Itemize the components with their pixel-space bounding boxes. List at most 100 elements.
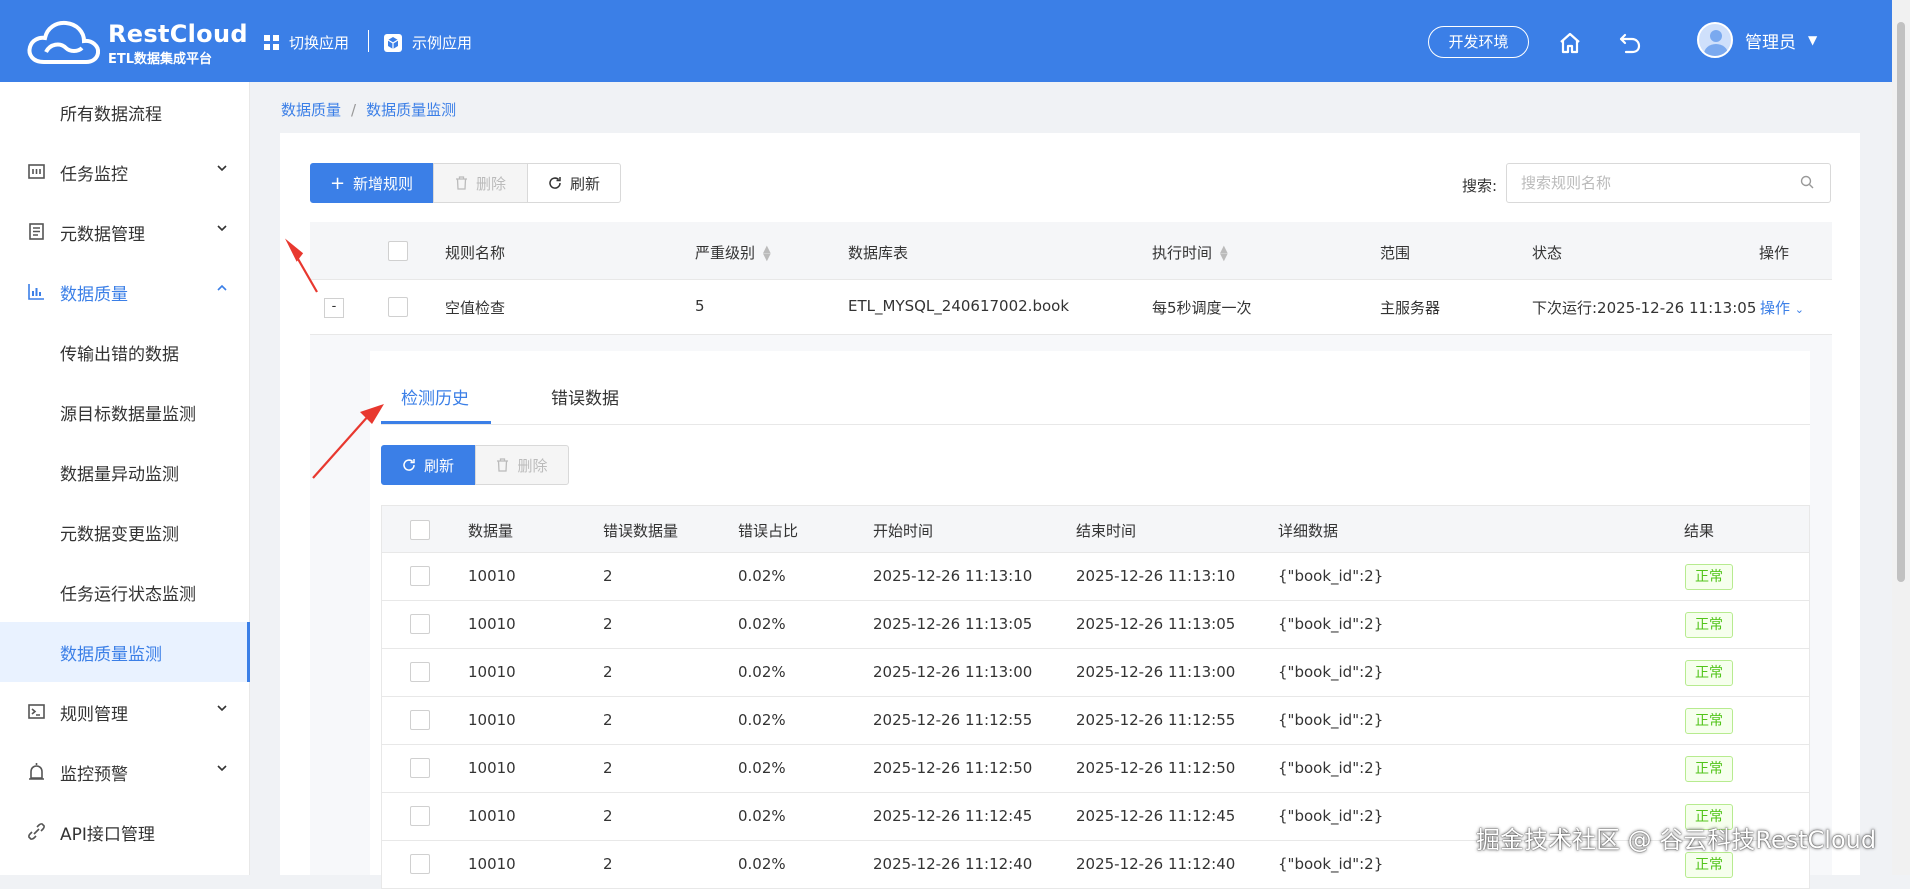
- scrollbar-thumb[interactable]: [1897, 22, 1905, 582]
- rule-scope: 主服务器: [1380, 299, 1441, 317]
- delete-button[interactable]: 删除: [433, 163, 528, 203]
- caret-down-icon: ▼: [1808, 33, 1818, 47]
- cell-end: 2025-12-26 11:13:00: [1076, 663, 1236, 681]
- chevron-down-icon: ⌄: [1794, 303, 1805, 316]
- cell-detail: {"book_id":2}: [1278, 807, 1384, 825]
- undo-icon[interactable]: [1618, 31, 1642, 55]
- table-row: 10010 2 0.02% 2025-12-26 11:12:50 2025-12-26…: [381, 745, 1810, 793]
- cell-ratio: 0.02%: [738, 759, 786, 777]
- cell-end: 2025-12-26 11:12:45: [1076, 807, 1236, 825]
- status-badge: 正常: [1685, 564, 1733, 590]
- rule-status: 下次运行:2025-12-26 11:13:05: [1532, 299, 1757, 317]
- history-table-header: 数据量 错误数据量 错误占比 开始时间 结束时间 详细数据 结果: [381, 505, 1810, 553]
- sidebar-item-api[interactable]: API接口管理: [0, 802, 250, 862]
- row-checkbox[interactable]: [410, 566, 430, 586]
- cell-errors: 2: [603, 663, 613, 681]
- action-label: 操作: [1760, 299, 1791, 317]
- row-checkbox[interactable]: [410, 758, 430, 778]
- delete-label: 删除: [475, 174, 506, 193]
- cell-errors: 2: [603, 711, 613, 729]
- table-row: 10010 2 0.02% 2025-12-26 11:12:55 2025-12-26…: [381, 697, 1810, 745]
- status-badge: 正常: [1685, 612, 1733, 638]
- sidebar-item-label: API接口管理: [60, 824, 155, 845]
- status-badge: 正常: [1685, 708, 1733, 734]
- cell-start: 2025-12-26 11:12:50: [873, 759, 1033, 777]
- col-level[interactable]: 严重级别 ▲ ▼: [695, 242, 771, 263]
- cell-start: 2025-12-26 11:12:55: [873, 711, 1033, 729]
- demo-app-label: 示例应用: [412, 34, 473, 52]
- col-count: 数据量: [468, 522, 514, 540]
- col-level-label: 严重级别: [695, 244, 756, 262]
- col-db-table: 数据库表: [848, 244, 909, 262]
- cell-end: 2025-12-26 11:13:05: [1076, 615, 1236, 633]
- sidebar-item-rules[interactable]: 规则管理: [0, 682, 250, 742]
- page-scrollbar[interactable]: [1892, 0, 1910, 875]
- search-icon[interactable]: [1800, 175, 1814, 189]
- cell-count: 10010: [468, 855, 516, 873]
- tab-error-data[interactable]: 错误数据: [551, 384, 619, 409]
- status-badge: 正常: [1685, 756, 1733, 782]
- row-checkbox[interactable]: [410, 662, 430, 682]
- action-dropdown[interactable]: 操作 ⌄: [1760, 297, 1804, 318]
- trash-icon: [455, 176, 467, 190]
- select-all-checkbox[interactable]: [410, 520, 430, 540]
- col-ratio: 错误占比: [738, 522, 799, 540]
- sidebar-item-task-status[interactable]: 任务运行状态监测: [0, 562, 250, 622]
- cell-detail: {"book_id":2}: [1278, 711, 1384, 729]
- sort-icon[interactable]: ▲ ▼: [1220, 244, 1228, 262]
- cell-count: 10010: [468, 807, 516, 825]
- cell-count: 10010: [468, 567, 516, 585]
- cell-start: 2025-12-26 11:12:40: [873, 855, 1033, 873]
- col-exec-time[interactable]: 执行时间 ▲ ▼: [1152, 242, 1228, 263]
- cell-count: 10010: [468, 759, 516, 777]
- cell-detail: {"book_id":2}: [1278, 663, 1384, 681]
- col-rule-name: 规则名称: [445, 244, 506, 262]
- col-end: 结束时间: [1076, 522, 1137, 540]
- status-badge: 正常: [1685, 852, 1733, 878]
- cell-count: 10010: [468, 615, 516, 633]
- chevron-down-icon: [217, 705, 227, 712]
- detail-refresh-label: 刷新: [423, 456, 454, 475]
- table-row: 10010 2 0.02% 2025-12-26 11:13:10 2025-12-26…: [381, 553, 1810, 601]
- sort-icon[interactable]: ▲ ▼: [763, 244, 771, 262]
- sidebar-item-label: 元数据变更监测: [60, 524, 179, 545]
- cell-errors: 2: [603, 807, 613, 825]
- cell-detail: {"book_id":2}: [1278, 759, 1384, 777]
- sidebar-item-label: 任务运行状态监测: [60, 584, 196, 605]
- watermark: 掘金技术社区 @ 谷云科技RestCloud: [1476, 826, 1877, 854]
- row-checkbox[interactable]: [410, 614, 430, 634]
- search-input[interactable]: [1506, 163, 1831, 203]
- rule-exec-time: 每5秒调度一次: [1152, 299, 1252, 317]
- sidebar-item-alerts[interactable]: 监控预警: [0, 742, 250, 802]
- cell-count: 10010: [468, 663, 516, 681]
- cell-ratio: 0.02%: [738, 663, 786, 681]
- detail-delete-button[interactable]: 删除: [475, 445, 569, 485]
- col-errors: 错误数据量: [603, 522, 679, 540]
- cell-errors: 2: [603, 855, 613, 873]
- user-menu[interactable]: 管理员 ▼: [1697, 22, 1817, 58]
- row-checkbox[interactable]: [410, 710, 430, 730]
- status-badge: 正常: [1685, 660, 1733, 686]
- rule-table: ETL_MYSQL_240617002.book: [848, 297, 1070, 315]
- table-row: 空值检查 5 ETL_MYSQL_240617002.book 每5秒调度一次 …: [310, 280, 1832, 335]
- refresh-button[interactable]: 刷新: [527, 163, 621, 203]
- col-status: 状态: [1532, 244, 1563, 262]
- cell-end: 2025-12-26 11:12:50: [1076, 759, 1236, 777]
- cell-start: 2025-12-26 11:12:45: [873, 807, 1033, 825]
- cell-errors: 2: [603, 567, 613, 585]
- home-icon[interactable]: [1558, 31, 1582, 55]
- cell-detail: {"book_id":2}: [1278, 855, 1384, 873]
- col-scope: 范围: [1380, 244, 1411, 262]
- sidebar-item-metadata-change[interactable]: 元数据变更监测: [0, 502, 250, 562]
- col-action: 操作: [1759, 244, 1790, 262]
- cell-end: 2025-12-26 11:12:40: [1076, 855, 1236, 873]
- row-checkbox[interactable]: [410, 854, 430, 874]
- row-checkbox[interactable]: [410, 806, 430, 826]
- col-result: 结果: [1684, 522, 1715, 540]
- cell-ratio: 0.02%: [738, 711, 786, 729]
- cell-detail: {"book_id":2}: [1278, 615, 1384, 633]
- rule-level: 5: [695, 297, 705, 315]
- sidebar-item-quality-monitor[interactable]: 数据质量监测: [0, 622, 250, 682]
- alarm-icon: [29, 763, 44, 780]
- env-button[interactable]: 开发环境: [1428, 26, 1529, 58]
